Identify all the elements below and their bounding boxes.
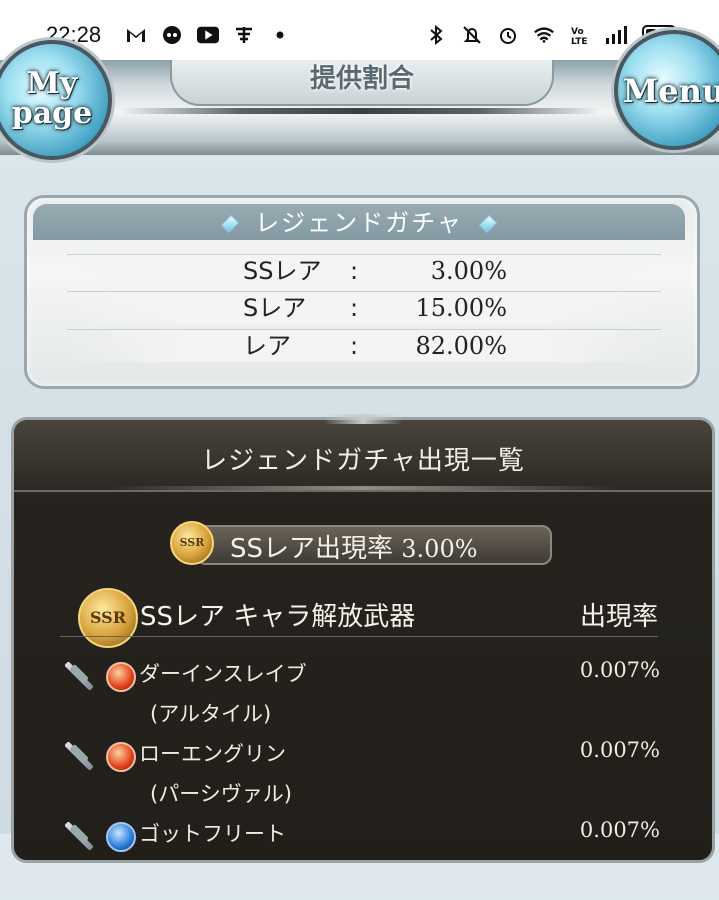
ssr-badge-text: SSR: [89, 608, 127, 627]
panel-divider: [108, 486, 618, 490]
rarity-rate: 15.00%: [415, 294, 507, 322]
water-element-icon: [106, 822, 136, 852]
list-item[interactable]: ゴットフリート 0.007%: [60, 818, 660, 900]
diamond-icon: [221, 214, 240, 234]
rarity-colon: :: [350, 332, 359, 360]
list-panel-header: レジェンドガチャ出現一覧: [14, 414, 712, 492]
rarity-name: Sレア: [243, 294, 307, 322]
rate-row: レア : 82.00%: [67, 329, 661, 362]
status-bar: 22:28 Vo LTE: [0, 0, 719, 60]
fire-element-icon: [106, 742, 136, 772]
category-divider: [60, 636, 658, 637]
app2-icon: [233, 24, 255, 46]
item-rate: 0.007%: [579, 658, 660, 682]
header-ornament: [120, 108, 600, 114]
menu-label: Menu: [622, 72, 719, 110]
ssr-rate-label: SSレア出現率: [230, 534, 394, 564]
wifi-icon: [533, 24, 555, 46]
dot-icon: [269, 24, 291, 46]
rate-row: SSレア : 3.00%: [67, 254, 661, 287]
item-name: ローエングリン: [139, 742, 286, 766]
sword-icon: [64, 660, 94, 690]
bluetooth-icon: [425, 24, 447, 46]
vibrate-icon: [461, 24, 483, 46]
fire-element-icon: [106, 662, 136, 692]
category-title: SSレア キャラ解放武器: [140, 602, 416, 632]
rarity-colon: :: [350, 257, 359, 285]
list-panel-title: レジェンドガチャ出現一覧: [201, 446, 525, 476]
diamond-icon: [478, 214, 497, 234]
sword-icon: [64, 740, 94, 770]
item-character: (パーシヴァル): [150, 782, 292, 806]
item-rate: 0.007%: [579, 818, 660, 842]
notification-icons: [125, 24, 291, 46]
volte-icon: Vo LTE: [569, 24, 591, 46]
item-rate: 0.007%: [579, 738, 660, 762]
rarity-name: レア: [243, 332, 291, 360]
signal-icon: [605, 24, 627, 46]
ssr-rate-pill: SSレア出現率 3.00%: [196, 525, 552, 565]
gmail-icon: [125, 24, 147, 46]
rarity-rate: 3.00%: [430, 257, 507, 285]
ssr-category-badge-icon: SSR: [78, 588, 138, 648]
rarity-colon: :: [350, 294, 359, 322]
item-name: ゴットフリート: [139, 822, 286, 846]
rarity-name: SSレア: [243, 257, 322, 285]
rate-table-header: レジェンドガチャ: [33, 204, 685, 240]
rate-table-title: レジェンドガチャ: [255, 209, 463, 237]
list-item[interactable]: ダーインスレイブ (アルタイル) 0.007%: [60, 658, 660, 740]
mypage-label-line2: page: [11, 96, 93, 131]
svg-text:Vo: Vo: [571, 27, 584, 37]
svg-text:LTE: LTE: [571, 37, 588, 45]
alarm-icon: [497, 24, 519, 46]
panel-ornament: [323, 414, 403, 424]
title-plate: 提供割合: [170, 60, 554, 106]
rarity-rate: 82.00%: [415, 332, 507, 360]
youtube-icon: [197, 24, 219, 46]
ssr-badge-icon: SSR: [170, 521, 214, 565]
ssr-rate-value: 3.00%: [401, 535, 478, 563]
page-title: 提供割合: [309, 64, 414, 94]
ssr-badge-text: SSR: [179, 536, 205, 549]
sword-icon: [64, 820, 94, 850]
app-icon: [161, 24, 183, 46]
rate-row: Sレア : 15.00%: [67, 291, 661, 324]
list-item[interactable]: ローエングリン (パーシヴァル) 0.007%: [60, 738, 660, 820]
rate-column-header: 出現率: [579, 602, 658, 632]
rate-table: レジェンドガチャ SSレア : 3.00% Sレア : 15.00% レア : …: [24, 195, 700, 389]
item-character: (アルタイル): [150, 702, 272, 726]
item-name: ダーインスレイブ: [139, 662, 307, 686]
